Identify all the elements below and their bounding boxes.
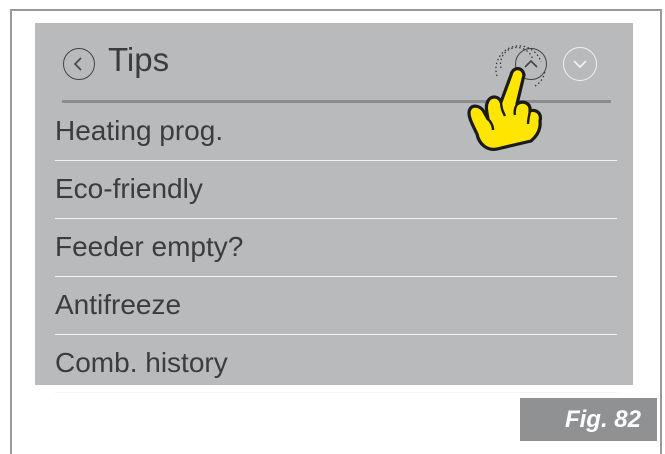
figure-label-badge: Fig. 82 <box>520 398 657 441</box>
pointing-hand-icon <box>467 45 546 151</box>
back-button[interactable] <box>63 48 95 80</box>
list-item-antifreeze[interactable]: Antifreeze <box>35 277 633 335</box>
list-item-label: Comb. history <box>55 347 228 378</box>
list-item-label: Antifreeze <box>55 289 182 320</box>
figure-label: Fig. 82 <box>564 406 641 433</box>
scroll-down-button[interactable] <box>563 47 597 81</box>
row-divider <box>55 392 617 393</box>
list-item-label: Feeder empty? <box>55 231 244 262</box>
chevron-down-icon <box>573 60 587 69</box>
list-item-label: Heating prog. <box>55 115 224 146</box>
list-item-label: Eco-friendly <box>55 173 203 204</box>
chevron-left-icon <box>73 57 82 71</box>
list-item-feeder-empty[interactable]: Feeder empty? <box>35 219 633 277</box>
list-item-eco-friendly[interactable]: Eco-friendly <box>35 161 633 219</box>
list-item-comb-history[interactable]: Comb. history <box>35 335 633 393</box>
page-title: Tips <box>108 41 170 78</box>
